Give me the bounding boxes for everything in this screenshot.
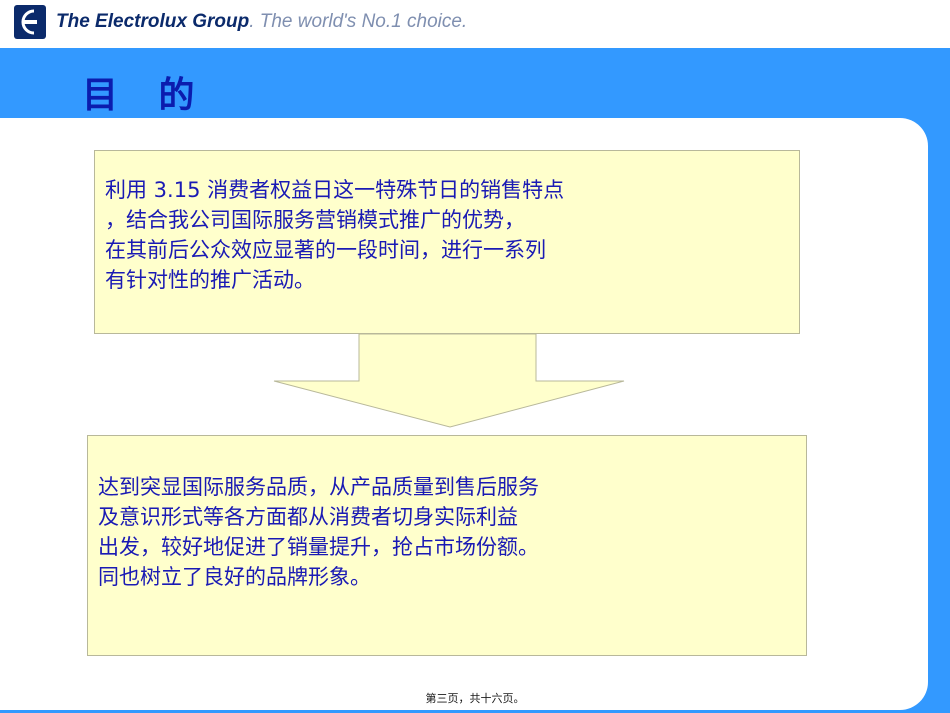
electrolux-logo-icon bbox=[14, 5, 46, 39]
box1-line-3: 在其前后公众效应显著的一段时间，进行一系列 bbox=[105, 238, 546, 262]
box1-line-1: 利用 3.15 消费者权益日这一特殊节日的销售特点 bbox=[105, 178, 565, 202]
brand-text: The Electrolux Group. The world's No.1 c… bbox=[56, 11, 467, 33]
box1-line-4: 有针对性的推广活动。 bbox=[105, 268, 315, 292]
box1-line-2: ，结合我公司国际服务营销模式推广的优势， bbox=[105, 208, 525, 232]
box2-line-2: 及意识形式等各方面都从消费者切身实际利益 bbox=[98, 505, 518, 529]
down-arrow-icon bbox=[273, 333, 625, 428]
header-bar: The Electrolux Group. The world's No.1 c… bbox=[0, 0, 950, 48]
slide-title: 目 的 bbox=[82, 75, 209, 116]
purpose-box-top: 利用 3.15 消费者权益日这一特殊节日的销售特点 ，结合我公司国际服务营销模式… bbox=[94, 150, 800, 334]
brand-tagline: . The world's No.1 choice. bbox=[249, 11, 468, 32]
box2-line-1: 达到突显国际服务品质，从产品质量到售后服务 bbox=[98, 475, 539, 499]
box2-line-3: 出发，较好地促进了销量提升，抢占市场份额。 bbox=[98, 535, 539, 559]
box2-line-4: 同也树立了良好的品牌形象。 bbox=[98, 565, 371, 589]
brand-name: The Electrolux Group bbox=[56, 11, 250, 32]
purpose-box-bottom: 达到突显国际服务品质，从产品质量到售后服务 及意识形式等各方面都从消费者切身实际… bbox=[87, 435, 807, 656]
page-indicator: 第三页，共十六页。 bbox=[425, 692, 525, 705]
